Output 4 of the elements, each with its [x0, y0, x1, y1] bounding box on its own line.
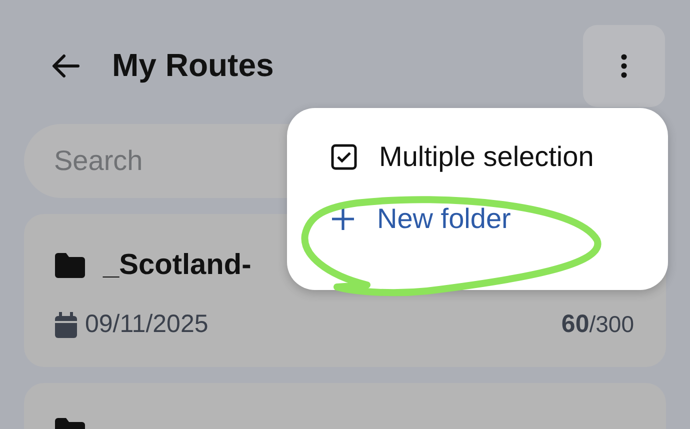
folder-name: _Scotland-: [103, 249, 252, 282]
page-title: My Routes: [112, 47, 274, 84]
folder-date: 09/11/2025: [85, 310, 208, 339]
route-count: 60/300: [561, 310, 634, 339]
